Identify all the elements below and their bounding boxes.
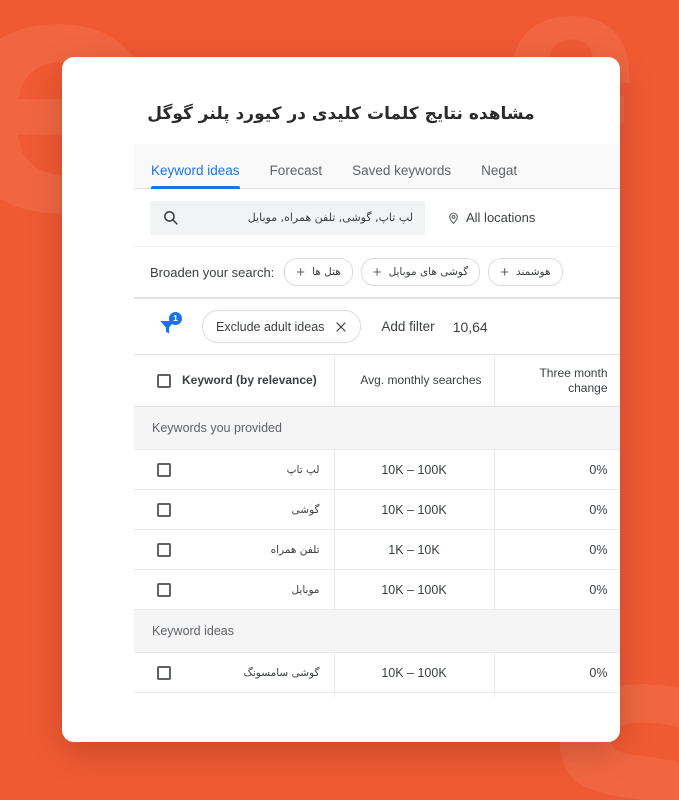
search-input[interactable]: لپ تاپ, گوشی, تلفن همراه, موبایل: [150, 200, 425, 235]
column-header-keyword[interactable]: Keyword (by relevance): [182, 354, 335, 407]
row-checkbox-cell: [134, 449, 182, 490]
select-all-cell: [134, 354, 182, 407]
cell-avg-monthly-searches: [334, 692, 495, 719]
row-checkbox[interactable]: [157, 665, 171, 680]
cell-keyword: موبایل: [182, 569, 335, 610]
column-header-three-month-change[interactable]: Three month change: [494, 354, 620, 407]
broaden-search-label: Broaden your search:: [150, 264, 275, 280]
active-filter-chip[interactable]: Exclude adult ideas: [202, 310, 362, 343]
row-checkbox[interactable]: [157, 462, 171, 477]
table-row[interactable]: موبایل 10K – 100K 0%: [134, 569, 620, 610]
broaden-chip-smart[interactable]: + هوشمند: [488, 258, 563, 286]
cell-keyword: لپ تاپ: [182, 449, 335, 490]
table-row[interactable]: لپ تاپ 10K – 100K 0%: [134, 449, 620, 490]
row-checkbox[interactable]: [157, 705, 171, 719]
tab-forecast[interactable]: Forecast: [270, 163, 323, 188]
row-checkbox-cell: [134, 489, 182, 530]
table-row[interactable]: گوشی سامسونگ 10K – 100K 0%: [134, 652, 620, 693]
keyword-planner-panel: Keyword ideas Forecast Saved keywords Ne…: [134, 144, 620, 719]
cell-three-month-change: 0%: [494, 529, 620, 570]
page-title: مشاهده نتایج کلمات کلیدی در کیورد پلنر گ…: [147, 104, 535, 125]
add-filter-button[interactable]: Add filter: [381, 319, 434, 334]
table-body: Keywords you provided لپ تاپ 10K – 100K …: [134, 406, 620, 719]
cell-keyword: گوشی: [182, 489, 335, 530]
locations-label: All locations: [466, 210, 536, 225]
group-header-label: Keyword ideas: [134, 609, 620, 653]
row-checkbox-cell: [134, 529, 182, 570]
active-filter-label: Exclude adult ideas: [216, 319, 325, 334]
cell-three-month-change: [494, 692, 620, 719]
row-checkbox-cell: [134, 569, 182, 610]
cell-avg-monthly-searches: 1K – 10K: [334, 529, 495, 570]
locations-selector[interactable]: All locations: [447, 210, 535, 226]
keyword-results-table: Keyword (by relevance) Avg. monthly sear…: [134, 354, 620, 719]
cell-keyword: [182, 692, 335, 719]
filter-badge-count: 1: [169, 311, 182, 325]
broaden-chip-hotels[interactable]: + هتل ها: [284, 258, 353, 286]
broaden-chip-mobile-phones[interactable]: + گوشی های موبایل: [360, 258, 481, 286]
broaden-chip-label: گوشی های موبایل: [388, 266, 469, 278]
cell-keyword: تلفن همراه: [182, 529, 335, 570]
cell-three-month-change: 0%: [494, 652, 620, 693]
search-input-value: لپ تاپ, گوشی, تلفن همراه, موبایل: [247, 211, 413, 224]
cell-avg-monthly-searches: 10K – 100K: [334, 449, 495, 490]
cell-avg-monthly-searches: 10K – 100K: [334, 489, 495, 530]
broaden-chip-label: هوشمند: [515, 266, 551, 278]
search-icon: [162, 209, 179, 226]
tab-keyword-ideas[interactable]: Keyword ideas: [151, 163, 240, 189]
filter-funnel-icon[interactable]: 1: [150, 311, 184, 342]
broaden-search-row: Broaden your search: + هتل ها + گوشی های…: [134, 247, 620, 299]
cell-three-month-change: 0%: [494, 569, 620, 610]
group-header-label: Keywords you provided: [134, 406, 620, 450]
row-checkbox[interactable]: [157, 582, 171, 597]
tab-saved-keywords[interactable]: Saved keywords: [352, 163, 451, 188]
cell-three-month-change: 0%: [494, 489, 620, 530]
table-header-row: Keyword (by relevance) Avg. monthly sear…: [134, 354, 620, 407]
table-row[interactable]: گوشی 10K – 100K 0%: [134, 489, 620, 530]
search-row: لپ تاپ, گوشی, تلفن همراه, موبایل All loc…: [134, 189, 620, 247]
row-checkbox[interactable]: [157, 542, 171, 557]
result-count: 10,64: [452, 318, 488, 335]
tab-negative-keywords[interactable]: Negat: [481, 163, 517, 188]
cell-three-month-change: 0%: [494, 449, 620, 490]
plus-icon: +: [500, 263, 509, 281]
group-header-row: Keywords you provided: [134, 406, 620, 450]
cell-keyword: گوشی سامسونگ: [182, 652, 335, 693]
plus-icon: +: [296, 263, 306, 281]
broaden-chip-label: هتل ها: [312, 266, 341, 278]
tab-bar: Keyword ideas Forecast Saved keywords Ne…: [134, 144, 620, 189]
filter-row: 1 Exclude adult ideas Add filter 10,64: [134, 299, 620, 354]
row-checkbox[interactable]: [157, 502, 171, 517]
table-row[interactable]: [134, 692, 620, 719]
plus-icon: +: [372, 263, 382, 281]
content-card: مشاهده نتایج کلمات کلیدی در کیورد پلنر گ…: [62, 57, 620, 742]
location-pin-icon: [447, 210, 460, 226]
cell-avg-monthly-searches: 10K – 100K: [334, 652, 495, 693]
group-header-row: Keyword ideas: [134, 609, 620, 653]
select-all-checkbox[interactable]: [157, 373, 171, 388]
table-header: Keyword (by relevance) Avg. monthly sear…: [134, 354, 620, 407]
row-checkbox-cell: [134, 692, 182, 719]
column-header-avg-monthly-searches[interactable]: Avg. monthly searches: [334, 354, 495, 407]
close-icon[interactable]: [335, 321, 347, 333]
table-row[interactable]: تلفن همراه 1K – 10K 0%: [134, 529, 620, 570]
row-checkbox-cell: [134, 652, 182, 693]
cell-avg-monthly-searches: 10K – 100K: [334, 569, 495, 610]
